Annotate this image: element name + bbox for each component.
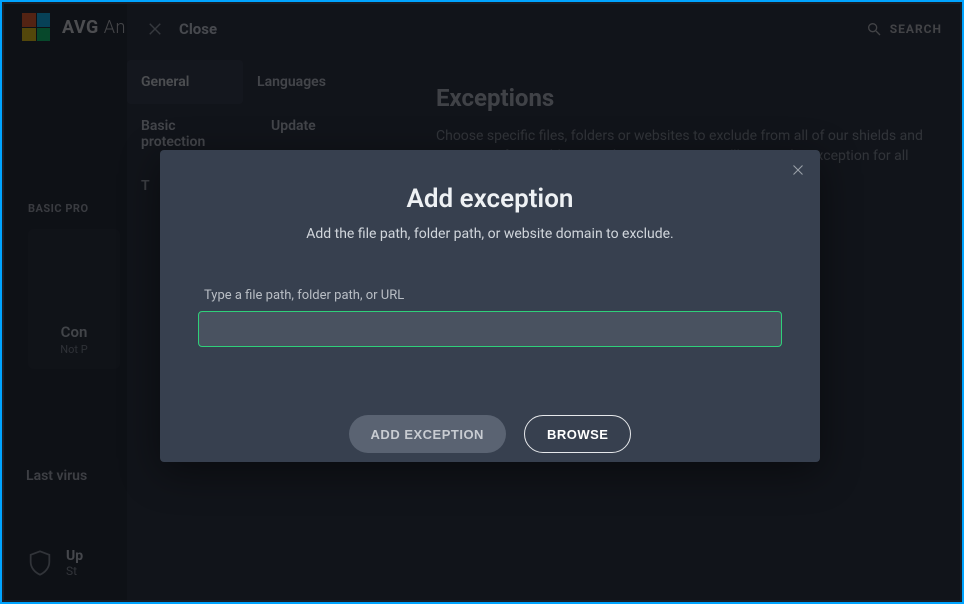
path-input-label: Type a file path, folder path, or URL: [204, 288, 782, 303]
upgrade-line1: Up: [66, 548, 83, 564]
shield-icon: [26, 549, 54, 577]
brand-thin: An: [104, 17, 126, 38]
page-title: Exceptions: [436, 84, 936, 112]
modal-buttons: ADD EXCEPTION BROWSE: [198, 415, 782, 453]
card-title: Con: [28, 323, 120, 341]
last-virus-row: Last virus: [26, 468, 87, 484]
app-window: AVG An Close SEARCH General Languages Ba…: [0, 0, 964, 604]
nav-item-languages[interactable]: Languages: [243, 60, 340, 104]
basic-pro-label: BASIC PRO: [4, 182, 127, 223]
basic-pro-card[interactable]: Con Not P: [28, 229, 120, 369]
path-input[interactable]: [198, 311, 782, 347]
search-label: SEARCH: [890, 22, 942, 36]
left-column: BASIC PRO Con Not P: [4, 182, 127, 369]
modal-close-icon[interactable]: [790, 162, 806, 178]
upgrade-row[interactable]: Up St: [26, 548, 83, 578]
add-exception-button[interactable]: ADD EXCEPTION: [349, 415, 506, 453]
search-icon: [866, 21, 882, 37]
close-label[interactable]: Close: [179, 20, 217, 38]
brand-bold: AVG: [62, 17, 99, 38]
card-sub: Not P: [28, 343, 120, 356]
browse-button[interactable]: BROWSE: [524, 415, 632, 453]
nav-item-general[interactable]: General: [127, 60, 243, 104]
search-button[interactable]: SEARCH: [866, 21, 942, 37]
modal-subtitle: Add the file path, folder path, or websi…: [198, 226, 782, 242]
brand-text: AVG An: [62, 17, 126, 38]
upgrade-line2: St: [66, 564, 83, 578]
close-icon[interactable]: [145, 19, 165, 39]
modal-title: Add exception: [198, 184, 782, 214]
add-exception-modal: Add exception Add the file path, folder …: [160, 150, 820, 462]
settings-header: Close SEARCH: [127, 4, 960, 54]
avg-logo-icon: [22, 13, 50, 41]
